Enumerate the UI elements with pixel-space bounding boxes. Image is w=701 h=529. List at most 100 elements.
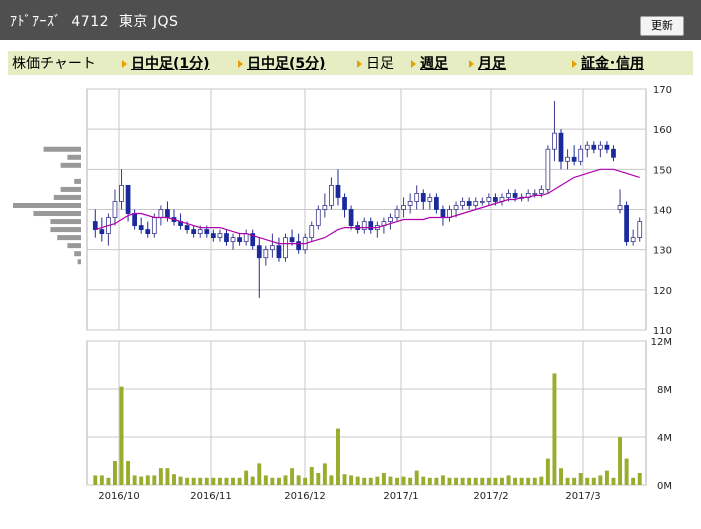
volume-bar (250, 476, 255, 485)
price-profile-bar (57, 235, 81, 241)
x-tick-label: 2017/3 (565, 491, 600, 502)
candle-body (119, 184, 124, 202)
candle-body (552, 132, 557, 150)
candle-body (512, 193, 518, 198)
candle-body (368, 221, 374, 230)
candle-body (617, 205, 623, 210)
volume-bar (395, 477, 399, 485)
candle-body (453, 205, 459, 210)
candle-body (151, 217, 157, 235)
volume-bar (290, 468, 295, 485)
volume-bar (604, 470, 609, 485)
candle-body (611, 148, 616, 158)
candle-body (145, 229, 151, 234)
candle-body (197, 229, 203, 234)
candle-body (217, 233, 223, 239)
price-profile-bar (74, 251, 81, 257)
candle-body (361, 221, 367, 230)
volume-bar (263, 475, 268, 485)
price-profile-bar (60, 162, 81, 168)
volume-bar (447, 477, 452, 485)
volume-bar (329, 475, 334, 485)
volume-bar (165, 468, 170, 485)
volume-bar (178, 476, 183, 485)
y-tick-label: 150 (653, 165, 672, 176)
candle-body (460, 201, 465, 206)
volume-bar (480, 477, 485, 485)
volume-bar (440, 475, 445, 485)
volume-bar (198, 477, 203, 485)
candle-body (276, 245, 282, 259)
volume-bar (375, 476, 380, 485)
price-profile-bar (50, 227, 81, 233)
volume-bar (172, 474, 176, 485)
volume-tick-label: 12M (651, 337, 672, 348)
candle-body (335, 184, 341, 198)
volume-bar (231, 477, 235, 485)
volume-tick-label: 8M (657, 385, 672, 396)
candle-body (263, 249, 269, 259)
candle-body (447, 209, 452, 218)
volume-bar (368, 477, 373, 485)
volume-bar (460, 477, 465, 485)
volume-bar (99, 475, 104, 485)
volume-bar (493, 477, 498, 485)
price-profile-bar (33, 211, 81, 217)
volume-tick-label: 0M (657, 481, 672, 492)
volume-bar (139, 476, 144, 485)
candle-body (545, 148, 551, 190)
x-tick-label: 2016/12 (284, 491, 326, 502)
volume-bar (526, 477, 531, 485)
volume-bar (591, 477, 596, 485)
price-profile-bar (13, 202, 81, 208)
y-tick-label: 110 (653, 326, 672, 337)
volume-bar (316, 473, 321, 485)
volume-bar (158, 468, 163, 485)
price-profile-bar (74, 178, 81, 184)
price-profile-bar (60, 186, 81, 192)
volume-bar (414, 470, 419, 485)
x-tick-label: 2016/10 (98, 491, 140, 502)
candle-body (440, 209, 446, 218)
volume-bar (342, 474, 347, 485)
candle-body (309, 225, 315, 239)
y-tick-label: 130 (653, 246, 672, 257)
candle-body (506, 193, 511, 198)
candle-body (138, 225, 144, 230)
candle-body (256, 245, 262, 259)
price-profile-bar (67, 243, 81, 249)
volume-bar (637, 473, 642, 485)
volume-bar (112, 461, 117, 485)
candle-body (165, 209, 170, 218)
candle-body (243, 233, 249, 243)
candle-body (420, 193, 426, 202)
candle-body (630, 237, 636, 243)
volume-bar (211, 477, 216, 485)
volume-bar (336, 428, 340, 485)
candle-body (230, 237, 236, 243)
volume-bar (309, 467, 314, 485)
volume-bar (513, 477, 518, 485)
volume-bar (552, 373, 557, 485)
candle-body (210, 233, 216, 239)
volume-bar (244, 470, 249, 485)
candle-body (565, 156, 570, 162)
volume-bar (276, 477, 281, 485)
x-tick-label: 2017/2 (473, 491, 508, 502)
y-tick-label: 170 (653, 85, 672, 96)
volume-bar (126, 461, 131, 485)
candle-body (388, 217, 393, 222)
x-tick-label: 2017/1 (383, 491, 418, 502)
volume-bar (434, 477, 439, 485)
candle-body (532, 193, 538, 195)
volume-bar (224, 477, 229, 485)
volume-bar (631, 477, 636, 485)
volume-bar (270, 477, 275, 485)
volume-bar (217, 477, 222, 485)
volume-bar (421, 476, 426, 485)
candle-body (401, 205, 406, 210)
stock-chart: 2016/10 2016/11 2016/12 2017/1 2017/2 2017/3 1… (13, 85, 672, 502)
candle-body (204, 229, 210, 234)
volume-bar (506, 475, 511, 485)
candle-body (322, 205, 328, 210)
